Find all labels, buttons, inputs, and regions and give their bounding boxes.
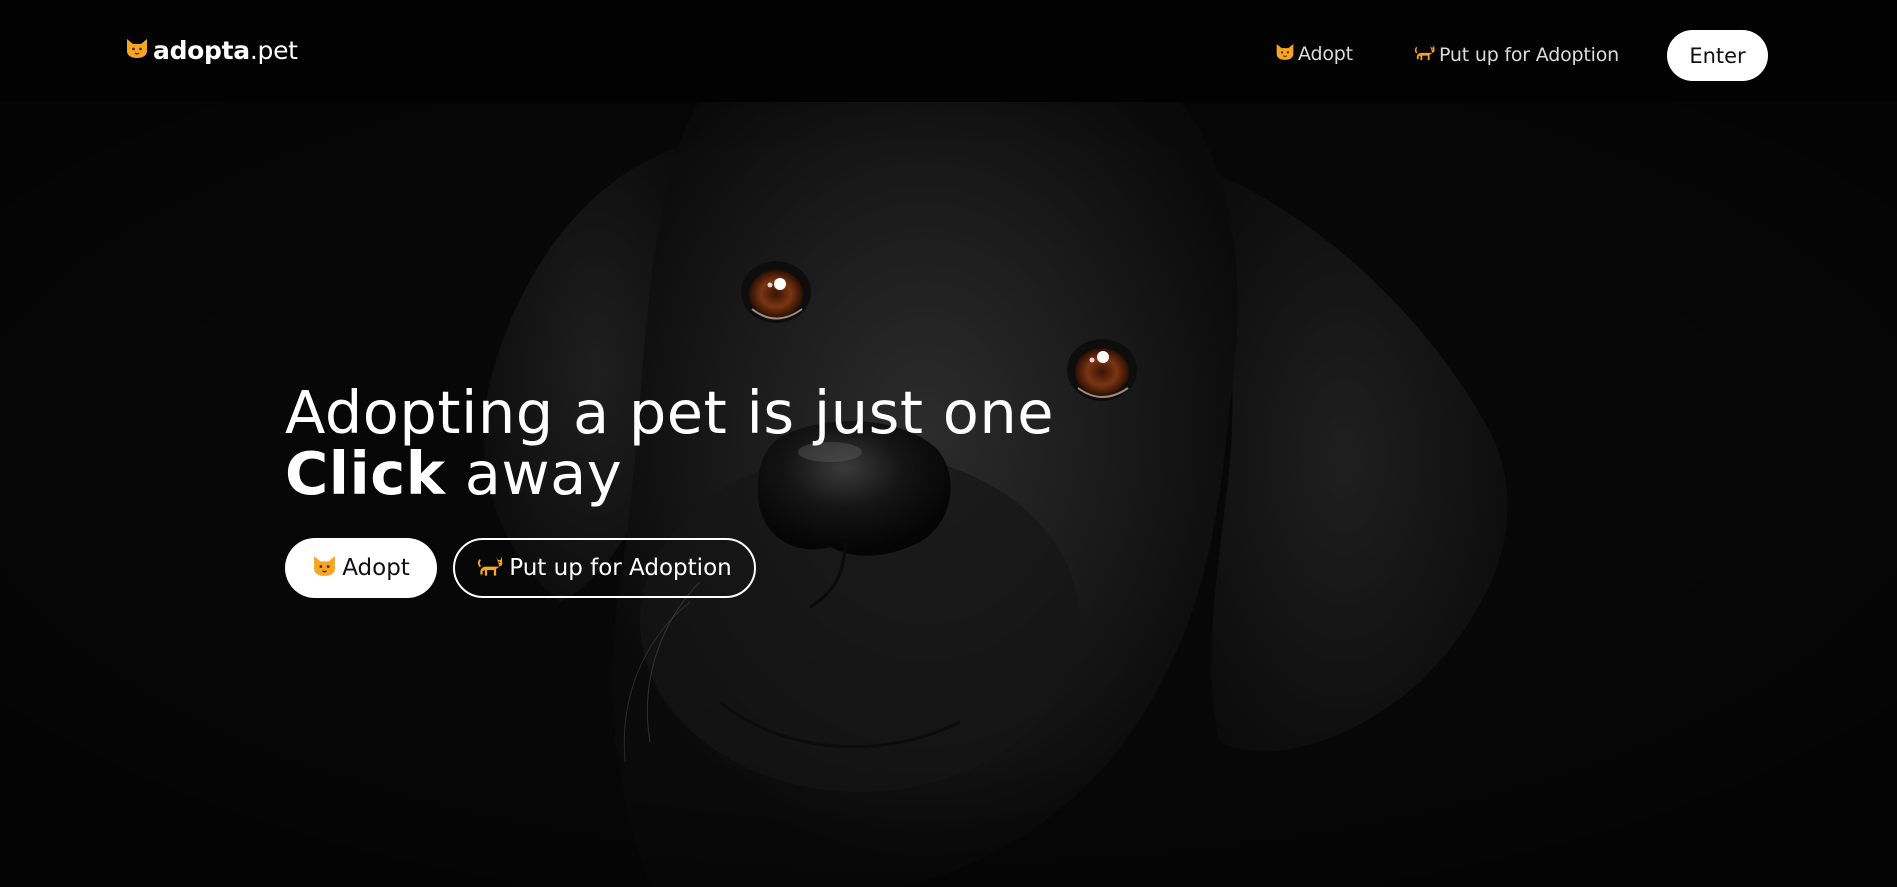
hero-section: Adopting a pet is just one Click away Ad…: [0, 102, 1897, 887]
hero-put-up-for-adoption-button[interactable]: Put up for Adoption: [453, 538, 756, 598]
nav-adopt-label: Adopt: [1298, 43, 1353, 65]
hero-adopt-label: Adopt: [342, 555, 410, 581]
headline-line-2: Click away: [285, 443, 1054, 504]
headline-bold-word: Click: [285, 439, 446, 508]
hero-adopt-button[interactable]: Adopt: [285, 538, 437, 598]
logo-wordmark-light: .pet: [249, 36, 298, 65]
cat-face-icon: [1275, 42, 1295, 66]
logo-wordmark-strong: adopta: [153, 36, 250, 65]
headline-rest: away: [445, 439, 623, 508]
cat-face-icon: [125, 36, 149, 65]
enter-button[interactable]: Enter: [1667, 30, 1768, 81]
nav-adopt-link[interactable]: Adopt: [1275, 42, 1353, 66]
hero-put-up-label: Put up for Adoption: [509, 555, 732, 581]
site-logo[interactable]: adopta .pet: [125, 36, 298, 65]
page: adopta .pet Adopt Put up for Adoption En…: [0, 0, 1897, 887]
nav-put-up-for-adoption-link[interactable]: Put up for Adoption: [1414, 42, 1619, 67]
cat-face-icon: [312, 554, 337, 583]
walking-cat-icon: [477, 553, 504, 584]
top-navbar: adopta .pet Adopt Put up for Adoption En…: [0, 0, 1897, 102]
hero-headline: Adopting a pet is just one Click away: [285, 382, 1054, 504]
walking-cat-icon: [1414, 42, 1436, 67]
headline-line-1: Adopting a pet is just one: [285, 378, 1055, 447]
nav-put-up-label: Put up for Adoption: [1439, 43, 1619, 66]
